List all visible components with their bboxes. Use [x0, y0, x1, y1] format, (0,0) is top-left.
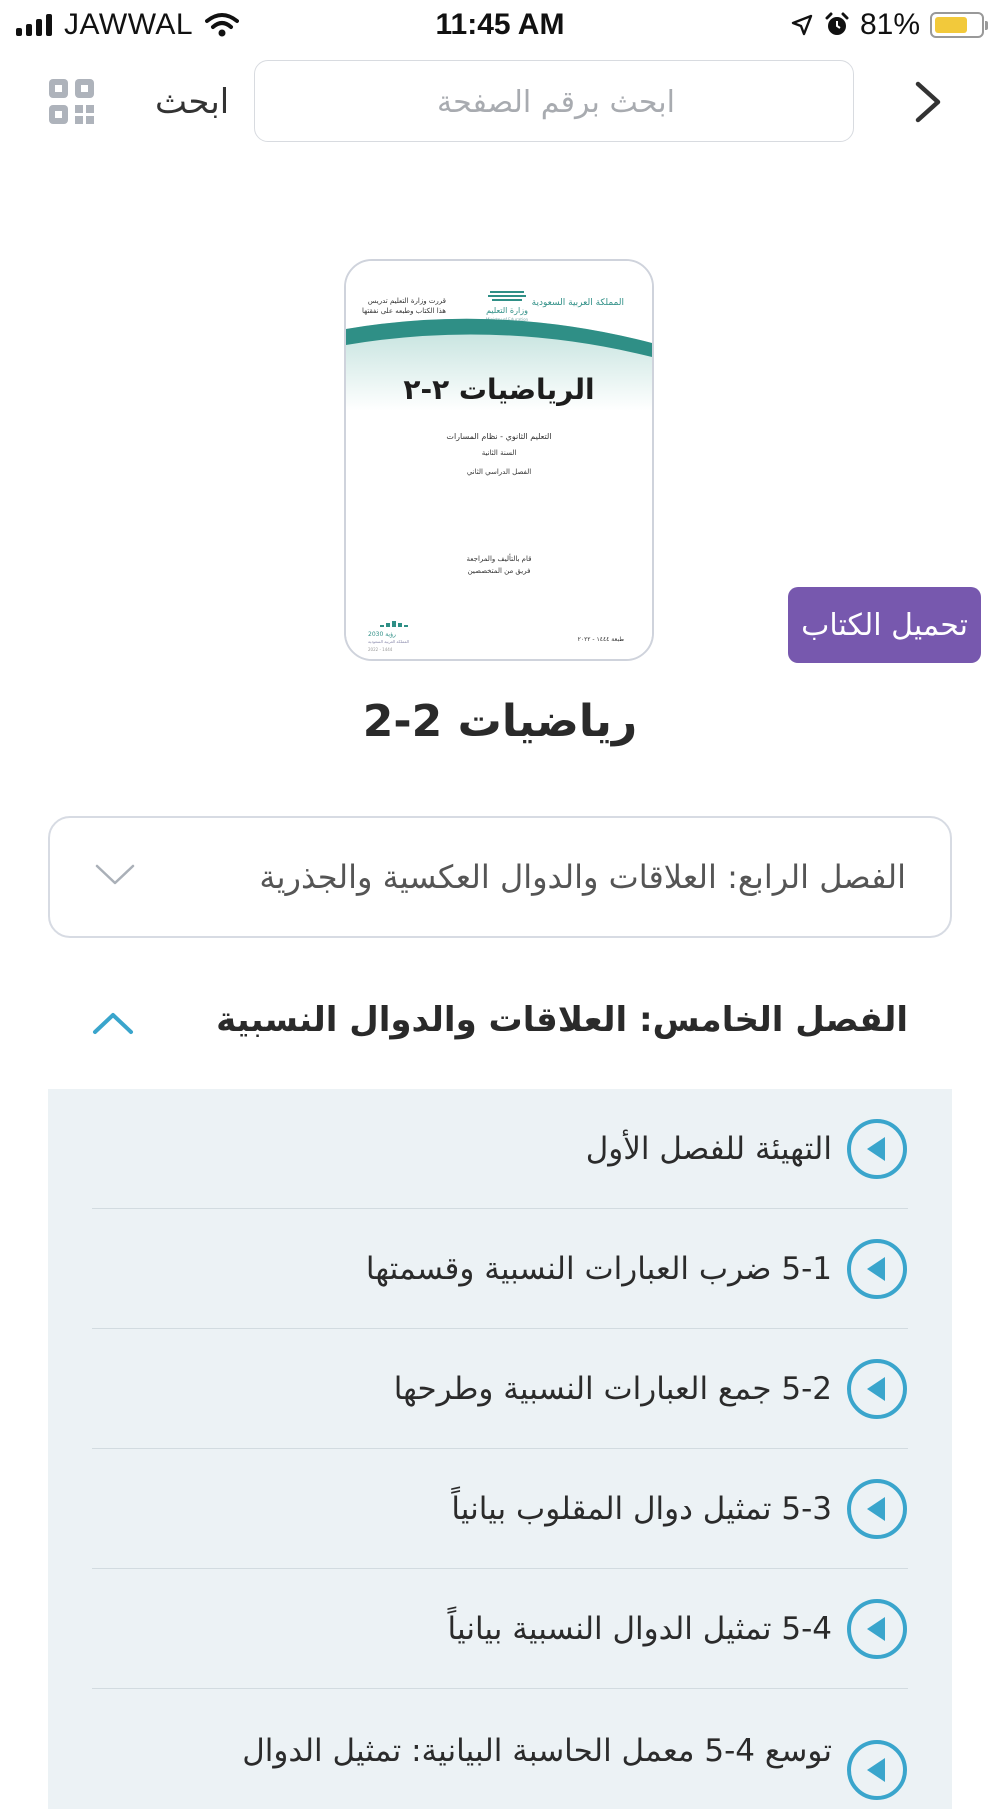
battery-percent: 81%: [859, 8, 920, 41]
cover-title: الرياضيات ٢-٢: [403, 373, 594, 406]
cover-ministry: وزارة التعليم: [486, 306, 528, 315]
chevron-right-icon[interactable]: [908, 78, 948, 126]
lessons-list: التهيئة للفصل الأول 5-1 ضرب العبارات الن…: [48, 1089, 952, 1809]
section-header[interactable]: الفصل الخامس: العلاقات والدوال النسبية: [48, 990, 952, 1074]
cover-line-3: الفصل الدراسي الثاني: [467, 468, 531, 476]
lesson-item[interactable]: التهيئة للفصل الأول: [92, 1089, 908, 1209]
lesson-item[interactable]: 5-3 تمثيل دوال المقلوب بيانياً: [92, 1449, 908, 1569]
play-icon: [847, 1740, 907, 1800]
book-title: رياضيات 2-2: [362, 696, 638, 747]
cover-vision: رؤية 2030: [368, 631, 396, 638]
cover-vision-sub: المملكة العربية السعودية: [368, 639, 409, 644]
download-book-button[interactable]: تحميل الكتاب: [788, 587, 981, 663]
cover-note-2: هذا الكتاب وطبعه على نفقتها: [362, 307, 446, 315]
lesson-item[interactable]: توسع 4-5 معمل الحاسبة البيانية: تمثيل ال…: [92, 1689, 908, 1809]
chevron-up-icon: [93, 1013, 133, 1034]
location-arrow-icon: [791, 14, 813, 36]
play-icon: [847, 1599, 907, 1659]
lesson-label: 5-1 ضرب العبارات النسبية وقسمتها: [365, 1251, 832, 1287]
play-icon: [847, 1479, 907, 1539]
status-bar: JAWWAL 11:45 AM 81%: [0, 0, 1000, 52]
cover-credit-1: قام بالتأليف والمراجعة: [467, 553, 532, 563]
chapter-dropdown[interactable]: الفصل الرابع: العلاقات والدوال العكسية و…: [48, 816, 952, 938]
lesson-label: 5-3 تمثيل دوال المقلوب بيانياً: [451, 1491, 832, 1527]
ministry-logo: وزارة التعليم Ministry of Education: [486, 291, 529, 322]
lesson-label: 5-4 تمثيل الدوال النسبية بيانياً: [447, 1611, 832, 1647]
lesson-item[interactable]: 5-2 جمع العبارات النسبية وطرحها: [92, 1329, 908, 1449]
cover-credit-2: فريق من المتخصصين: [468, 567, 531, 575]
chapter-dropdown-value: الفصل الرابع: العلاقات والدوال العكسية و…: [259, 858, 906, 896]
play-icon: [847, 1119, 907, 1179]
page-search-input[interactable]: [255, 61, 857, 143]
cover-kingdom: المملكة العربية السعودية: [532, 298, 624, 308]
page-search-field[interactable]: [254, 60, 857, 143]
cover-line-2: السنة الثانية: [482, 449, 517, 457]
cover-edition: طبعة ١٤٤٤ - ٢٠٢٢: [578, 636, 625, 643]
cover-note-1: قررت وزارة التعليم تدريس: [368, 297, 446, 305]
lesson-item[interactable]: 5-4 تمثيل الدوال النسبية بيانياً: [92, 1569, 908, 1689]
lesson-label: 5-2 جمع العبارات النسبية وطرحها: [393, 1371, 832, 1407]
play-icon: [847, 1359, 907, 1419]
chevron-down-icon: [95, 864, 135, 885]
cover-vision-year: 2022 - 1444: [368, 647, 393, 652]
battery-icon: [930, 12, 988, 38]
cover-line-1: التعليم الثانوي - نظام المسارات: [446, 432, 551, 441]
qr-code-icon[interactable]: [48, 78, 96, 126]
battery-fill: [935, 17, 967, 33]
alarm-icon: [825, 12, 849, 35]
status-right: 81%: [790, 8, 988, 42]
section-title: الفصل الخامس: العلاقات والدوال النسبية: [216, 1000, 908, 1040]
search-button[interactable]: ابحث: [155, 82, 229, 122]
lesson-label: التهيئة للفصل الأول: [585, 1131, 832, 1167]
book-cover-image[interactable]: المملكة العربية السعودية وزارة التعليم M…: [344, 259, 654, 661]
play-icon: [847, 1239, 907, 1299]
lesson-item[interactable]: 5-1 ضرب العبارات النسبية وقسمتها: [92, 1209, 908, 1329]
lesson-label: توسع 4-5 معمل الحاسبة البيانية: تمثيل ال…: [242, 1733, 832, 1769]
